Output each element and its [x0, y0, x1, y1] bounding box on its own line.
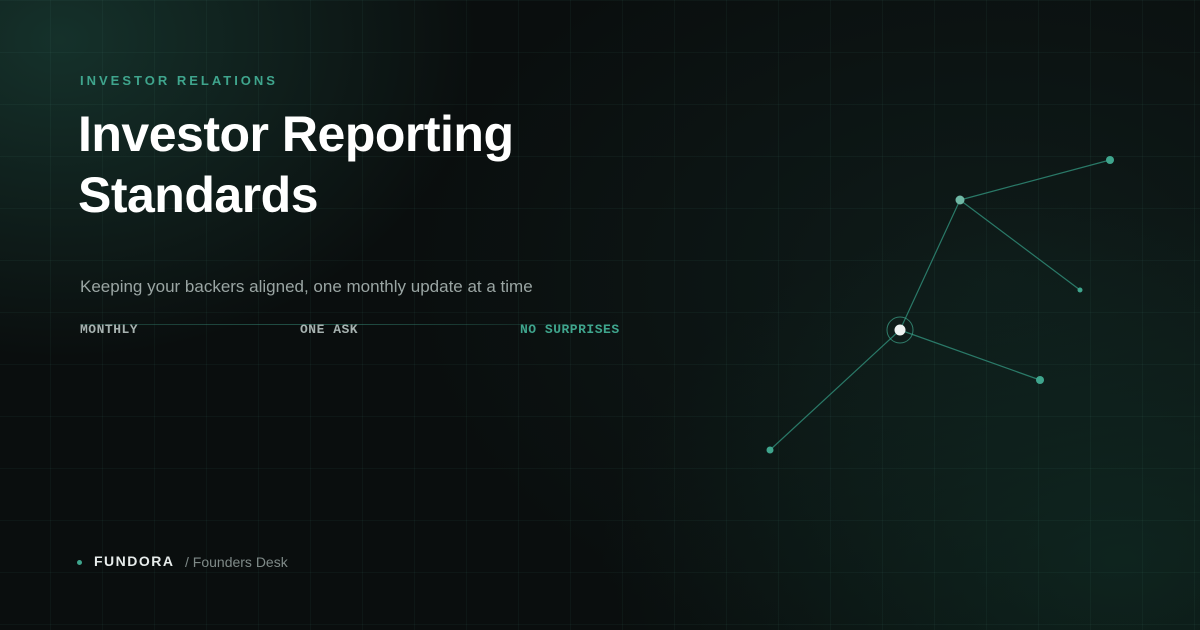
network-edge: [959, 159, 1111, 201]
brand-dot-icon: [77, 560, 82, 565]
social-card: INVESTOR RELATIONS Investor Reporting St…: [0, 0, 1200, 630]
network-edge: [959, 199, 1081, 291]
network-node: [766, 446, 774, 454]
network-node: [1106, 156, 1114, 164]
network-node: [1077, 287, 1083, 293]
brand-section: / Founders Desk: [185, 554, 288, 570]
network-node: [1036, 376, 1044, 384]
network-edge: [769, 329, 901, 451]
brand-name: FUNDORA: [94, 553, 175, 569]
hub-node: [894, 324, 906, 336]
network-edge: [899, 329, 1041, 381]
network-node: [955, 195, 965, 205]
network-graph-illustration: [766, 156, 1114, 454]
network-edge: [899, 199, 961, 331]
